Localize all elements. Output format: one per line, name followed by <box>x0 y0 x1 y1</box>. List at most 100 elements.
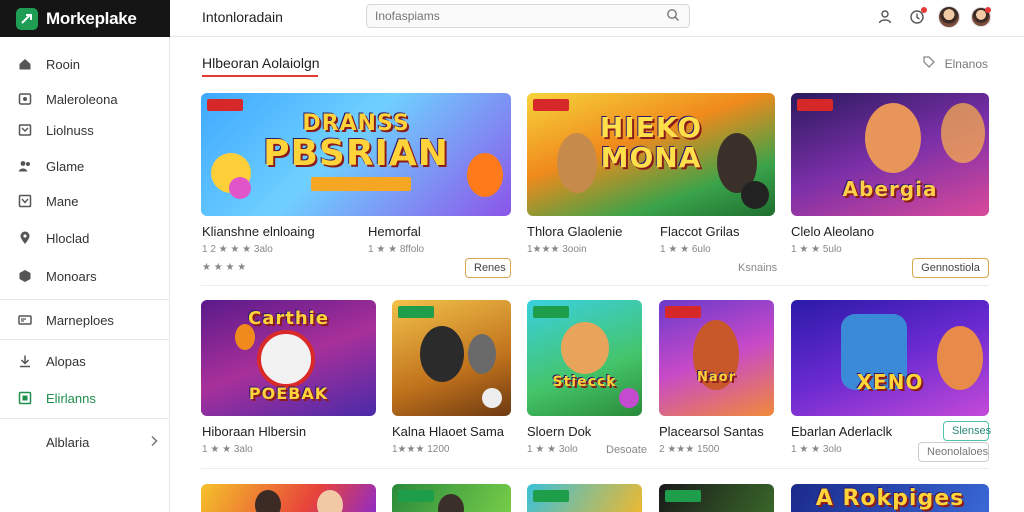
game-art-title: HIEKO <box>599 111 703 144</box>
brand-bar[interactable]: Morkeplake <box>0 0 170 37</box>
game-badge <box>533 99 569 111</box>
game-badge <box>797 99 833 111</box>
sidebar-item-label: Marneploes <box>46 312 114 328</box>
sidebar-item-users[interactable]: Glame <box>0 151 169 181</box>
store-icon <box>18 92 32 106</box>
avatar[interactable] <box>938 6 960 28</box>
section-title: Hlbeoran Aolaiolgn <box>202 55 320 71</box>
decoration <box>619 388 639 408</box>
game-art-title: PBSRIAN <box>263 133 449 174</box>
page-heading: Intonloradain <box>202 9 283 25</box>
game-title[interactable]: Sloern Dok <box>527 424 591 439</box>
notification-dot <box>921 7 927 13</box>
sidebar-item-label: Alopas <box>46 353 86 369</box>
location-icon <box>18 231 32 245</box>
game-thumbnail[interactable]: Naor <box>659 300 774 416</box>
get-button[interactable]: Renes <box>465 258 511 278</box>
sidebar-item-location[interactable]: Hloclad <box>0 223 169 253</box>
sidebar-item-download[interactable]: Alopas <box>0 346 169 376</box>
game-art-title: POEBAK <box>248 384 329 403</box>
game-badge <box>533 306 569 318</box>
gamepad-icon <box>18 269 32 283</box>
game-art-title: XENO <box>856 370 924 394</box>
game-meta: 1 ★ ★ 3alo <box>202 444 253 455</box>
game-thumbnail[interactable]: Abergia <box>791 93 989 216</box>
game-badge <box>665 490 701 502</box>
game-thumbnail[interactable] <box>392 484 511 512</box>
game-thumbnail[interactable]: HIEKO MONA <box>527 93 775 216</box>
sidebar-item-label: Hloclad <box>46 230 90 246</box>
game-banner <box>311 177 411 191</box>
game-title[interactable]: Placearsol Santas <box>659 424 764 439</box>
get-button[interactable]: Gennostiola <box>912 258 989 278</box>
decoration <box>741 181 769 209</box>
decoration <box>255 490 281 512</box>
game-meta: 1★★★ 1200 <box>392 444 450 455</box>
sidebar-item-label: Elirlanns <box>46 390 96 406</box>
game-thumbnail[interactable]: A Rokpiges <box>791 484 989 512</box>
game-thumbnail[interactable]: DRANSS PBSRIAN <box>201 93 511 216</box>
search-icon[interactable] <box>666 8 680 22</box>
sidebar-item-grid[interactable]: Elirlanns <box>0 383 169 413</box>
game-art-title: Abergia <box>842 177 938 201</box>
game-meta: 1 2 ★ ★ ★ 3alo <box>202 244 273 255</box>
game-title[interactable]: Hiboraan Hlbersin <box>202 424 306 439</box>
sidebar-divider <box>0 418 169 419</box>
notifications-icon[interactable] <box>906 6 928 28</box>
get-button[interactable]: Slenses <box>943 421 991 441</box>
game-title[interactable]: Flaccot Grilas <box>660 224 739 239</box>
row-divider <box>201 468 989 469</box>
game-art-title: A Rokpiges <box>815 486 965 511</box>
sidebar-divider <box>0 299 169 300</box>
game-thumbnail[interactable]: Stiecck <box>527 300 642 416</box>
game-title[interactable]: Hemorfal <box>368 224 421 239</box>
game-thumbnail[interactable]: XENO <box>791 300 989 416</box>
user-icon[interactable] <box>874 6 896 28</box>
game-meta: 1 ★ ★ 3olo <box>791 444 842 455</box>
sidebar-item-marketplace[interactable]: Marneploes <box>0 305 169 335</box>
bookmark-icon <box>18 194 32 208</box>
game-link[interactable]: Ksnains <box>738 262 777 274</box>
details-button[interactable]: Neonolaloes <box>918 442 989 462</box>
section-action-label: Elnanos <box>944 56 988 71</box>
decoration <box>468 334 496 374</box>
profile-alert-dot <box>985 7 991 13</box>
game-meta: 1 ★ ★ 3olo <box>527 444 578 455</box>
game-title[interactable]: Klianshne elnloaing <box>202 224 315 239</box>
marketplace-icon <box>18 313 32 327</box>
profile-avatar-icon[interactable] <box>970 6 992 28</box>
section-filter[interactable]: Elnanos <box>922 56 988 71</box>
sidebar-item-label: Liolnuss <box>46 122 94 138</box>
app-name: Morkeplake <box>46 8 137 28</box>
game-title[interactable]: Kalna Hlaoet Sama <box>392 424 504 439</box>
game-thumbnail[interactable]: Carthie POEBAK <box>201 300 376 416</box>
section-underline <box>202 75 318 77</box>
game-thumbnail[interactable] <box>527 484 642 512</box>
game-badge <box>533 490 569 502</box>
sidebar-item-more[interactable]: Alblaria <box>0 427 169 457</box>
search-input[interactable] <box>366 4 690 28</box>
game-link[interactable]: Desoate <box>606 444 647 456</box>
decoration <box>865 103 921 173</box>
game-rating: ★ ★ ★ ★ <box>202 262 247 273</box>
game-title[interactable]: Clelo Aleolano <box>791 224 874 239</box>
game-thumbnail[interactable] <box>201 484 376 512</box>
sidebar-item-library[interactable]: Liolnuss <box>0 115 169 145</box>
sidebar-item-gamepad[interactable]: Monoars <box>0 261 169 291</box>
game-meta: 1 ★ ★ 6ulo <box>660 244 711 255</box>
game-thumbnail[interactable] <box>659 484 774 512</box>
game-title[interactable]: Thlora Glaolenie <box>527 224 622 239</box>
sidebar-item-bookmark[interactable]: Mane <box>0 186 169 216</box>
game-badge <box>665 306 701 318</box>
download-icon <box>18 354 32 368</box>
decoration <box>229 177 251 199</box>
sidebar-item-label: Monoars <box>46 268 97 284</box>
game-title[interactable]: Ebarlan Aderlaclk <box>791 424 892 439</box>
game-thumbnail[interactable] <box>392 300 511 416</box>
tag-icon <box>922 56 935 71</box>
sidebar-item-home[interactable]: Rooin <box>0 49 169 79</box>
sidebar-item-label: Alblaria <box>46 434 90 450</box>
decoration <box>438 494 464 512</box>
sidebar-item-store[interactable]: Maleroleona <box>0 84 169 114</box>
game-meta: 1 ★ ★ 8ffolo <box>368 244 425 255</box>
